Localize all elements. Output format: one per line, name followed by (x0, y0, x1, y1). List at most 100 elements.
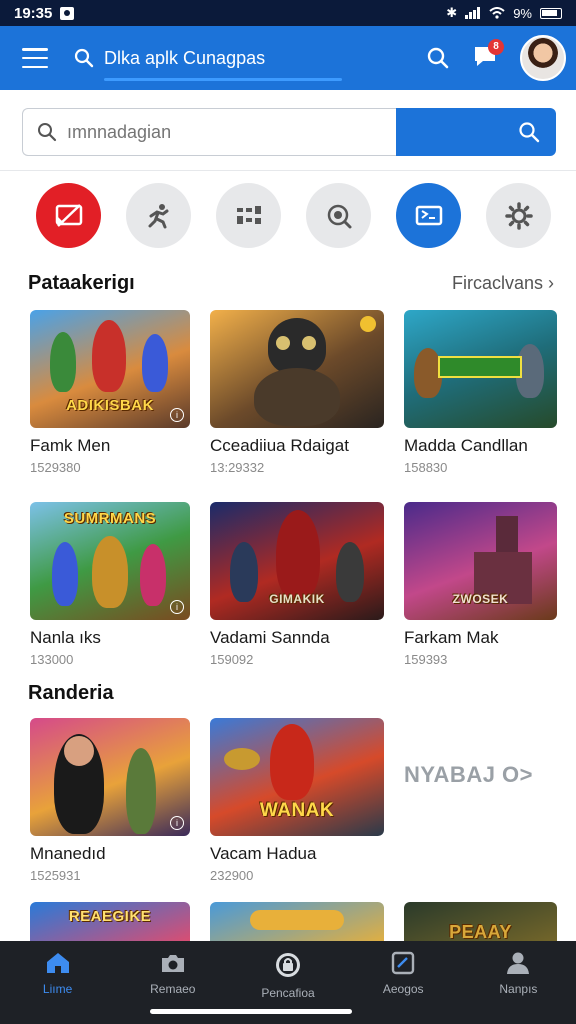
app-downloads: 13:29332 (210, 460, 265, 475)
battery-percent: 9% (513, 5, 532, 21)
app-bar: Dlka aplk Cunagpas 8 (0, 26, 576, 90)
app-art-title: PEAAY (449, 922, 512, 942)
app-thumbnail: ADIKISBAK i (30, 310, 190, 428)
app-thumbnail (404, 310, 557, 428)
zoom-icon (327, 204, 351, 228)
app-name: Vadami Sannda (210, 628, 330, 647)
search-icon (38, 123, 57, 142)
app-downloads: 1525931 (30, 868, 81, 883)
category-grid[interactable] (216, 183, 281, 248)
grid-icon (236, 205, 261, 224)
status-icons: ✱ 9% (446, 5, 562, 21)
app-thumbnail: SUMRMANS i (30, 502, 190, 620)
promo-banner[interactable]: NYABAJ O> (404, 762, 533, 788)
app-downloads: 232900 (210, 868, 254, 883)
app-name: Nanla ıks (30, 628, 101, 647)
category-settings[interactable] (486, 183, 551, 248)
app-thumbnail (210, 310, 384, 428)
see-all-label: Fircaclvans (451, 273, 543, 293)
settings-icon (504, 201, 533, 230)
app-art-title: SUMRMANS (63, 510, 157, 527)
cast-icon (415, 205, 442, 225)
app-name: Mnanedıd (30, 844, 106, 863)
camera-icon (161, 955, 184, 972)
tablet-icon (392, 951, 415, 975)
notifications-button[interactable]: 8 (472, 38, 504, 73)
avatar[interactable] (520, 35, 566, 81)
chevron-right-icon: › (548, 273, 554, 293)
nav-tablet[interactable]: Aeogos (346, 941, 461, 1024)
search-input[interactable] (67, 121, 367, 143)
status-time: 19:35 (14, 4, 53, 22)
app-thumbnail: GIMAKIK (210, 502, 384, 620)
app-art-title: REAEGIKE (68, 908, 152, 925)
app-card[interactable]: Madda Candllan 158830 (404, 310, 557, 475)
app-thumbnail: ZWOSEK (404, 502, 557, 620)
runner-icon (148, 203, 168, 228)
cast-off-icon (55, 203, 82, 227)
app-downloads: 1529380 (30, 460, 81, 475)
app-art-title: GIMAKIK (269, 592, 325, 606)
app-name: Cceadiiua Rdaigat (210, 436, 349, 455)
home-indicator[interactable] (150, 1009, 352, 1014)
divider (0, 170, 576, 171)
app-art-title: ZWOSEK (452, 592, 509, 606)
app-card[interactable]: WANAK Vacam Hadua 232900 (210, 718, 384, 883)
person-icon (507, 952, 530, 974)
battery-icon (540, 7, 562, 19)
wifi-icon (489, 7, 505, 19)
app-downloads: 159393 (404, 652, 448, 667)
nav-label: Aeogos (382, 982, 424, 996)
app-thumbnail: WANAK (210, 718, 384, 836)
app-thumbnail: i (30, 718, 190, 836)
section-title: Randeria (28, 682, 114, 704)
see-all-link[interactable]: Fircaclvans › (452, 273, 554, 294)
app-downloads: 133000 (30, 652, 74, 667)
search-icon (519, 122, 540, 143)
nav-label: Nanpıs (499, 982, 538, 996)
app-card[interactable]: ADIKISBAK i Famk Men 1529380 (30, 310, 190, 475)
category-cast[interactable] (396, 183, 461, 248)
appbar-search-label: Dlka aplk Cunagpas (104, 47, 266, 68)
status-bar: 19:35 ✱ 9% (0, 0, 576, 26)
nav-label: Remaeo (150, 982, 196, 996)
info-icon[interactable]: i (170, 600, 184, 614)
profile-lock-icon (276, 953, 300, 977)
search-field[interactable] (22, 108, 396, 156)
appbar-search[interactable]: Dlka aplk Cunagpas (74, 33, 342, 83)
signal-icon (465, 7, 481, 19)
category-zoom[interactable] (306, 183, 371, 248)
app-card[interactable]: i Mnanedıd 1525931 (30, 718, 190, 883)
app-art-title: ADIKISBAK (66, 397, 154, 414)
app-name: Farkam Mak (404, 628, 499, 647)
app-card[interactable]: SUMRMANS i Nanla ıks 133000 (30, 502, 190, 667)
notification-badge: 8 (488, 38, 504, 55)
category-cast-off[interactable] (36, 183, 101, 248)
category-chips (36, 183, 551, 248)
section-title: Pataakerigı (28, 272, 135, 294)
category-runner[interactable] (126, 183, 191, 248)
search-icon (74, 48, 94, 68)
search-button-icon[interactable] (426, 46, 450, 70)
appbar-search-underline (104, 78, 342, 81)
home-icon (46, 953, 69, 973)
nav-home[interactable]: Liıme (0, 941, 115, 1024)
nav-label: Liıme (42, 982, 73, 996)
app-card[interactable]: ZWOSEK Farkam Mak 159393 (404, 502, 557, 667)
info-icon[interactable]: i (170, 816, 184, 830)
app-downloads: 158830 (404, 460, 448, 475)
menu-icon[interactable] (22, 48, 48, 68)
notification-icon (60, 6, 75, 20)
nav-person[interactable]: Nanpıs (461, 941, 576, 1024)
search-bar (22, 108, 556, 156)
nav-label: Pencafioa (261, 986, 315, 1000)
search-submit-button[interactable] (396, 108, 556, 156)
app-name: Madda Candllan (404, 436, 528, 455)
app-card[interactable]: GIMAKIK Vadami Sannda 159092 (210, 502, 384, 667)
app-downloads: 159092 (210, 652, 254, 667)
info-icon[interactable]: i (170, 408, 184, 422)
app-name: Famk Men (30, 436, 111, 455)
app-art-title: WANAK (259, 800, 335, 821)
app-card[interactable]: Cceadiiua Rdaigat 13:29332 (210, 310, 384, 475)
bluetooth-icon: ✱ (446, 5, 458, 20)
